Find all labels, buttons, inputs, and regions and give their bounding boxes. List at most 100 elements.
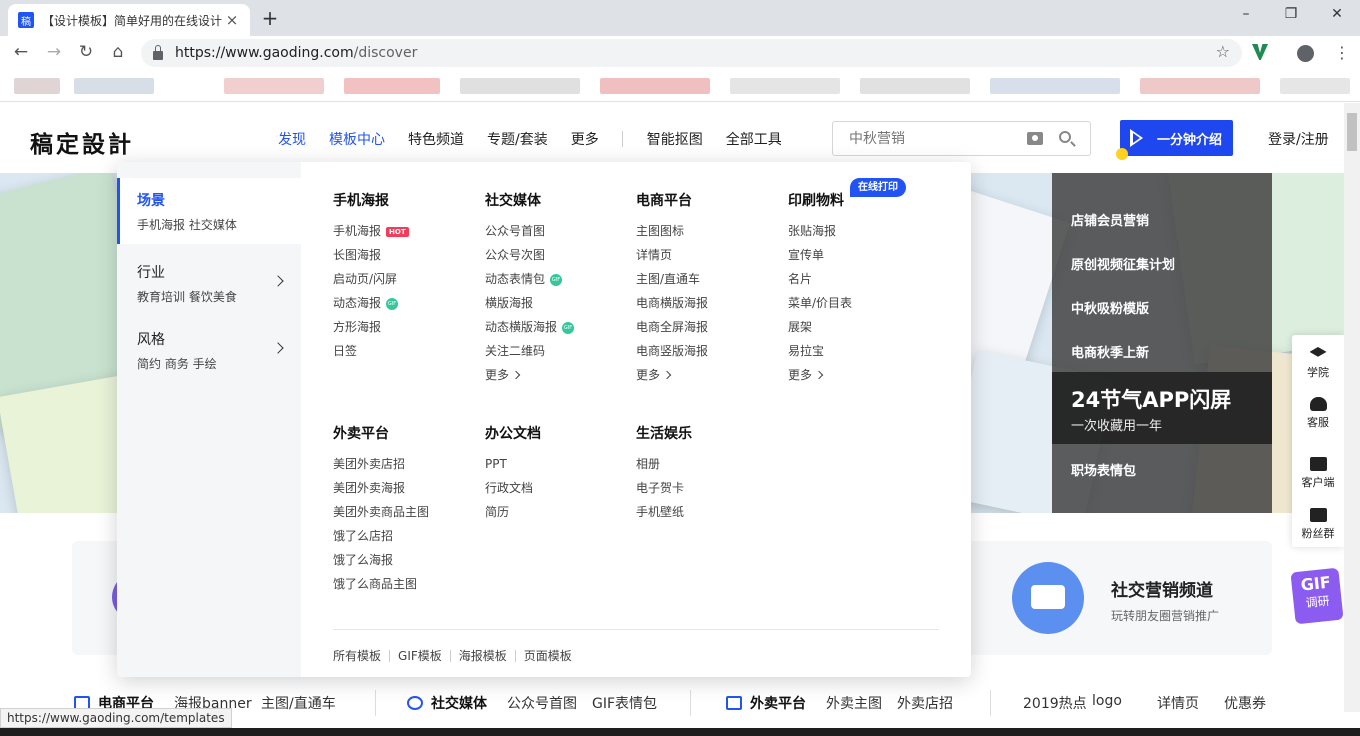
bookmark-item[interactable] bbox=[344, 78, 440, 94]
extension-v-icon[interactable] bbox=[1252, 44, 1268, 60]
login-register-link[interactable]: 登录/注册 bbox=[1268, 129, 1329, 149]
banner-topic-item[interactable]: 职场表情包 bbox=[1071, 460, 1136, 479]
dropdown-category-scene[interactable]: 场景 手机海报 社交媒体 bbox=[117, 178, 301, 244]
bookmark-item[interactable] bbox=[1140, 78, 1260, 94]
nav-template-center[interactable]: 模板中心 bbox=[329, 129, 385, 149]
more-link[interactable]: 更多 bbox=[485, 363, 574, 387]
category-link[interactable]: 详情页 bbox=[1157, 693, 1199, 713]
intro-video-button[interactable]: 一分钟介绍 bbox=[1116, 120, 1233, 160]
category-social[interactable]: 社交媒体 bbox=[431, 693, 487, 713]
column-heading[interactable]: 外卖平台 bbox=[333, 423, 429, 443]
footer-link-page-templates[interactable]: 页面模板 bbox=[524, 647, 572, 664]
category-link[interactable]: 主图/直通车 bbox=[261, 693, 336, 713]
banner-topic-item[interactable]: 店铺会员营销 bbox=[1071, 210, 1149, 229]
footer-link-all-templates[interactable]: 所有模板 bbox=[333, 647, 381, 664]
fan-group-button[interactable]: 粉丝群 bbox=[1292, 508, 1344, 541]
url-bar[interactable]: https://www.gaoding.com/discover ☆ bbox=[141, 39, 1242, 67]
menu-link[interactable]: 相册 bbox=[636, 452, 692, 476]
menu-link[interactable]: 美团外卖店招 bbox=[333, 452, 429, 476]
menu-link[interactable]: 详情页 bbox=[636, 243, 708, 267]
menu-link[interactable]: 饿了么店招 bbox=[333, 524, 429, 548]
search-icon[interactable] bbox=[1059, 131, 1071, 143]
nav-topics[interactable]: 专题/套装 bbox=[487, 129, 548, 149]
menu-link[interactable]: 手机海报 HOT bbox=[333, 219, 409, 243]
bookmark-item[interactable] bbox=[990, 78, 1120, 94]
column-heading[interactable]: 社交媒体 bbox=[485, 190, 574, 210]
close-tab-icon[interactable]: × bbox=[224, 11, 240, 29]
menu-link[interactable]: 美团外卖商品主图 bbox=[333, 500, 429, 524]
menu-link[interactable]: 主图/直通车 bbox=[636, 267, 708, 291]
menu-link[interactable]: 日签 bbox=[333, 339, 409, 363]
menu-link[interactable]: 展架 bbox=[788, 315, 852, 339]
banner-topic-item[interactable]: 电商秋季上新 bbox=[1071, 342, 1149, 361]
menu-link[interactable]: 宣传单 bbox=[788, 243, 852, 267]
category-link[interactable]: 外卖主图 bbox=[826, 693, 882, 713]
category-link[interactable]: GIF表情包 bbox=[592, 693, 657, 713]
column-heading[interactable]: 印刷物料 bbox=[788, 190, 852, 210]
nav-smart-cutout[interactable]: 智能抠图 bbox=[647, 129, 703, 149]
footer-link-poster-templates[interactable]: 海报模板 bbox=[459, 647, 507, 664]
footer-link-gif-templates[interactable]: GIF模板 bbox=[398, 647, 442, 664]
menu-link[interactable]: 电商横版海报 bbox=[636, 291, 708, 315]
menu-link[interactable]: 横版海报 bbox=[485, 291, 574, 315]
camera-icon[interactable] bbox=[1027, 132, 1043, 145]
bookmark-item[interactable] bbox=[730, 78, 840, 94]
dropdown-category-industry[interactable]: 行业 教育培训 餐饮美食 bbox=[117, 250, 301, 316]
online-print-badge[interactable]: 在线打印 bbox=[850, 178, 906, 197]
browser-tab[interactable]: 稿 【设计模板】简单好用的在线设计 × bbox=[8, 4, 250, 36]
banner-topic-highlight[interactable]: 24节气APP闪屏 一次收藏用一年 bbox=[1052, 372, 1272, 444]
page-scrollbar[interactable] bbox=[1344, 103, 1360, 712]
menu-link[interactable]: 行政文档 bbox=[485, 476, 541, 500]
nav-more[interactable]: 更多 bbox=[571, 129, 599, 149]
category-link[interactable]: logo bbox=[1092, 693, 1122, 709]
category-link[interactable]: 2019热点 bbox=[1023, 693, 1087, 713]
new-tab-icon[interactable]: + bbox=[260, 6, 280, 30]
menu-link[interactable]: 电子贺卡 bbox=[636, 476, 692, 500]
menu-link[interactable]: 动态表情包 GIF bbox=[485, 267, 574, 291]
gif-survey-badge[interactable]: GIF 调研 bbox=[1290, 567, 1344, 625]
column-heading[interactable]: 电商平台 bbox=[636, 190, 708, 210]
bookmark-item[interactable] bbox=[224, 78, 324, 94]
menu-link[interactable]: 名片 bbox=[788, 267, 852, 291]
column-heading[interactable]: 生活娱乐 bbox=[636, 423, 692, 443]
search-input[interactable] bbox=[849, 130, 1019, 147]
more-link[interactable]: 更多 bbox=[636, 363, 708, 387]
menu-link[interactable]: 公众号首图 bbox=[485, 219, 574, 243]
menu-link[interactable]: 饿了么商品主图 bbox=[333, 572, 429, 596]
social-channel-title[interactable]: 社交营销频道 bbox=[1111, 576, 1213, 601]
bookmark-item[interactable] bbox=[860, 78, 970, 94]
nav-discover[interactable]: 发现 bbox=[278, 129, 306, 149]
academy-button[interactable]: 学院 bbox=[1292, 347, 1344, 380]
menu-link[interactable]: 动态海报 GIF bbox=[333, 291, 409, 315]
gaoding-logo[interactable]: 稿定設計 bbox=[30, 125, 134, 159]
minimize-icon[interactable]: – bbox=[1236, 6, 1256, 22]
nav-featured-channels[interactable]: 特色频道 bbox=[408, 129, 464, 149]
customer-service-button[interactable]: 客服 bbox=[1292, 397, 1344, 430]
menu-link[interactable]: 长图海报 bbox=[333, 243, 409, 267]
bookmark-item[interactable] bbox=[460, 78, 580, 94]
menu-link[interactable]: 饿了么海报 bbox=[333, 548, 429, 572]
bookmark-star-icon[interactable]: ☆ bbox=[1216, 42, 1230, 61]
menu-link[interactable]: 易拉宝 bbox=[788, 339, 852, 363]
menu-link[interactable]: 张贴海报 bbox=[788, 219, 852, 243]
menu-link[interactable]: 动态横版海报 GIF bbox=[485, 315, 575, 339]
more-link[interactable]: 更多 bbox=[788, 363, 852, 387]
category-takeout[interactable]: 外卖平台 bbox=[750, 693, 806, 713]
column-heading[interactable]: 手机海报 bbox=[333, 190, 409, 210]
menu-link[interactable]: 主图图标 bbox=[636, 219, 708, 243]
menu-link[interactable]: 方形海报 bbox=[333, 315, 409, 339]
menu-link[interactable]: 启动页/闪屏 bbox=[333, 267, 409, 291]
menu-link[interactable]: 美团外卖海报 bbox=[333, 476, 429, 500]
menu-link[interactable]: 菜单/价目表 bbox=[788, 291, 852, 315]
nav-all-tools[interactable]: 全部工具 bbox=[726, 129, 782, 149]
category-link[interactable]: 优惠券 bbox=[1224, 693, 1266, 713]
close-window-icon[interactable]: ✕ bbox=[1327, 6, 1347, 22]
banner-topic-item[interactable]: 中秋吸粉模版 bbox=[1071, 298, 1149, 317]
client-download-button[interactable]: 客户端 bbox=[1292, 457, 1344, 490]
menu-link[interactable]: 电商竖版海报 bbox=[636, 339, 708, 363]
dropdown-category-style[interactable]: 风格 简约 商务 手绘 bbox=[117, 317, 301, 383]
menu-link[interactable]: 简历 bbox=[485, 500, 541, 524]
category-link[interactable]: 外卖店招 bbox=[897, 693, 953, 713]
back-icon[interactable]: ← bbox=[10, 42, 32, 62]
bookmark-item[interactable] bbox=[14, 78, 60, 94]
